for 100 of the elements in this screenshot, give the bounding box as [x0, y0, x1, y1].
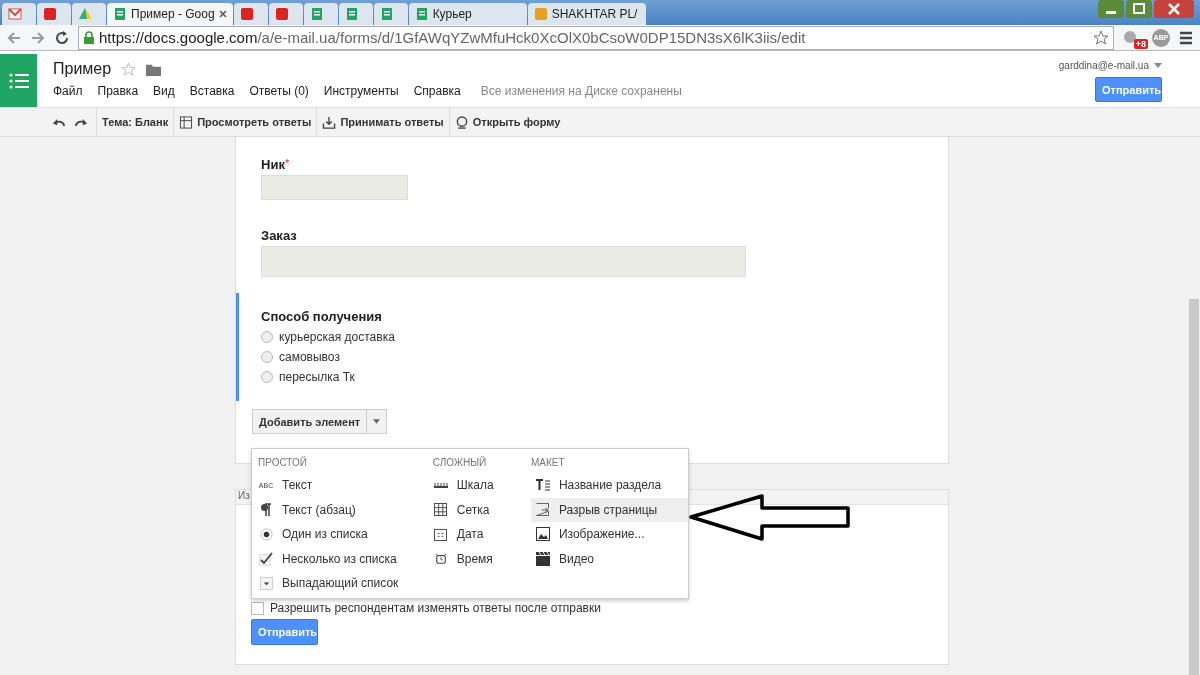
checkmark-icon	[259, 551, 273, 566]
address-bar[interactable]: https://docs.google.com/a/e-mail.ua/forms/d/1GfAWqYZwMfuHck0XcOlX0bCsoW0DP15DN3sX6lK3iis/edit	[78, 25, 1114, 50]
menu-item[interactable]: Вставка	[189, 84, 235, 98]
form-icon	[414, 7, 429, 21]
browser-tab[interactable]: SHAKHTAR PL/	[527, 3, 646, 25]
menu-item[interactable]: Ответы (0)	[249, 84, 309, 98]
menu-item[interactable]: Правка	[97, 84, 139, 98]
browser-tab[interactable]: Курьер	[408, 3, 527, 25]
back-icon[interactable]	[6, 29, 22, 46]
browser-tab[interactable]	[233, 3, 268, 25]
menu-icon[interactable]	[1178, 29, 1194, 46]
star-icon[interactable]	[121, 61, 137, 77]
form-icon	[344, 7, 359, 21]
menu-option[interactable]: Один из списка	[258, 522, 433, 547]
url-text: https://docs.google.com/a/e-mail.ua/forms/d/1GfAWqYZwMfuHck0XcOlX0bCsoW0DP15DN3sX6lK3iis/edit	[99, 29, 807, 46]
radio-button[interactable]	[261, 371, 273, 383]
scrollbar-thumb[interactable]	[1189, 299, 1199, 675]
radio-icon	[259, 527, 273, 541]
menu-option[interactable]: Выпадающий список	[258, 571, 433, 596]
tab-title: Пример - Goog	[131, 7, 215, 21]
tab-title: Курьер	[432, 7, 473, 21]
menu-heading: ПРОСТОЙ	[258, 457, 308, 470]
forms-logo-icon[interactable]	[0, 54, 37, 107]
calendar-icon	[434, 527, 448, 541]
toolbar-button[interactable]: Принимать ответы	[317, 115, 449, 129]
browser-tab[interactable]	[303, 3, 338, 25]
menu-heading: МАКЕТ	[530, 457, 566, 470]
forward-icon[interactable]	[30, 29, 46, 46]
form-icon	[309, 7, 324, 21]
radio-button[interactable]	[261, 331, 273, 343]
menu-option[interactable]: Название раздела	[530, 473, 688, 498]
menu-option[interactable]: Видео	[530, 546, 688, 571]
image-icon	[535, 527, 550, 542]
dropdown-icon	[259, 576, 273, 590]
crest-icon	[533, 7, 548, 21]
caret-icon[interactable]	[1154, 63, 1162, 68]
document-title[interactable]: Пример	[53, 60, 112, 78]
maximize-icon[interactable]	[1126, 0, 1152, 18]
globe-icon	[454, 115, 469, 129]
menu-item[interactable]: Вид	[153, 84, 175, 98]
notification-badge: +8	[1133, 38, 1148, 49]
title-icon	[534, 479, 551, 492]
question-label: Ник*	[261, 157, 291, 172]
caret-icon	[373, 419, 381, 424]
paragraph-icon	[260, 502, 272, 517]
checkbox-label: Разрешить респондентам изменять ответы после отправки	[270, 601, 601, 615]
minimize-icon[interactable]	[1098, 0, 1124, 18]
menu-option[interactable]: Разрыв страницы	[530, 497, 688, 522]
add-item-button[interactable]: Добавить элемент	[252, 409, 368, 434]
toolbar-button[interactable]: Просмотреть ответы	[174, 115, 317, 129]
star-icon[interactable]	[1093, 29, 1109, 46]
browser-tab[interactable]	[37, 3, 71, 25]
form-icon	[379, 7, 394, 21]
square-icon	[43, 7, 57, 21]
table-icon	[179, 115, 194, 129]
menu-option[interactable]: Сетка	[432, 497, 531, 522]
checkbox[interactable]	[251, 601, 264, 615]
menu-option[interactable]: Текст (абзац)	[258, 497, 433, 522]
menu-option[interactable]: Шкала	[432, 473, 531, 498]
close-icon[interactable]	[218, 10, 227, 18]
browser-tab[interactable]	[338, 3, 373, 25]
page-break-icon	[536, 503, 550, 517]
section-header: Из	[238, 490, 250, 501]
question-label: Способ получения	[261, 309, 383, 324]
save-status: Все изменения на Диске сохранены	[480, 84, 682, 98]
question-label: Заказ	[261, 228, 298, 243]
option-label: самовывоз	[279, 350, 340, 364]
close-icon[interactable]	[1154, 0, 1194, 18]
download-icon	[322, 115, 337, 129]
radio-button[interactable]	[261, 351, 273, 363]
mail-icon	[8, 7, 22, 21]
menu-item[interactable]: Файл	[53, 84, 83, 98]
menu-item[interactable]: Справка	[413, 84, 461, 98]
square-icon	[274, 7, 289, 21]
alarm-clock-icon	[434, 552, 447, 565]
dropdown-button[interactable]	[367, 409, 388, 434]
menu-option[interactable]: Изображение...	[530, 522, 688, 547]
theme-button[interactable]: Тема: Бланк	[97, 116, 174, 128]
tab-title: SHAKHTAR PL/	[551, 7, 639, 21]
toolbar-button[interactable]: Открыть форму	[449, 115, 566, 129]
browser-tab[interactable]	[2, 3, 36, 25]
account-menu[interactable]: garddina@e-mail.ua	[1058, 60, 1149, 71]
menu-heading: СЛОЖНЫЙ	[432, 457, 488, 470]
scale-icon	[433, 482, 448, 489]
browser-tab[interactable]	[268, 3, 303, 25]
menu-option[interactable]: Дата	[432, 522, 531, 547]
clapperboard-icon	[535, 551, 550, 566]
menu-option[interactable]: Время	[432, 546, 531, 571]
grid-icon	[434, 503, 448, 517]
lock-icon	[83, 30, 95, 45]
browser-tab[interactable]	[373, 3, 408, 25]
form-icon	[113, 7, 127, 21]
option-label: курьерская доставка	[279, 330, 395, 344]
menu-item[interactable]: Инструменты	[323, 84, 399, 98]
browser-tab[interactable]: Пример - Goog	[107, 3, 233, 25]
menu-option[interactable]: Несколько из списка	[258, 546, 433, 571]
reload-icon[interactable]	[54, 29, 70, 46]
option-label: пересылка Тк	[279, 370, 355, 384]
triangle-icon	[78, 7, 92, 21]
square-icon	[239, 7, 254, 21]
